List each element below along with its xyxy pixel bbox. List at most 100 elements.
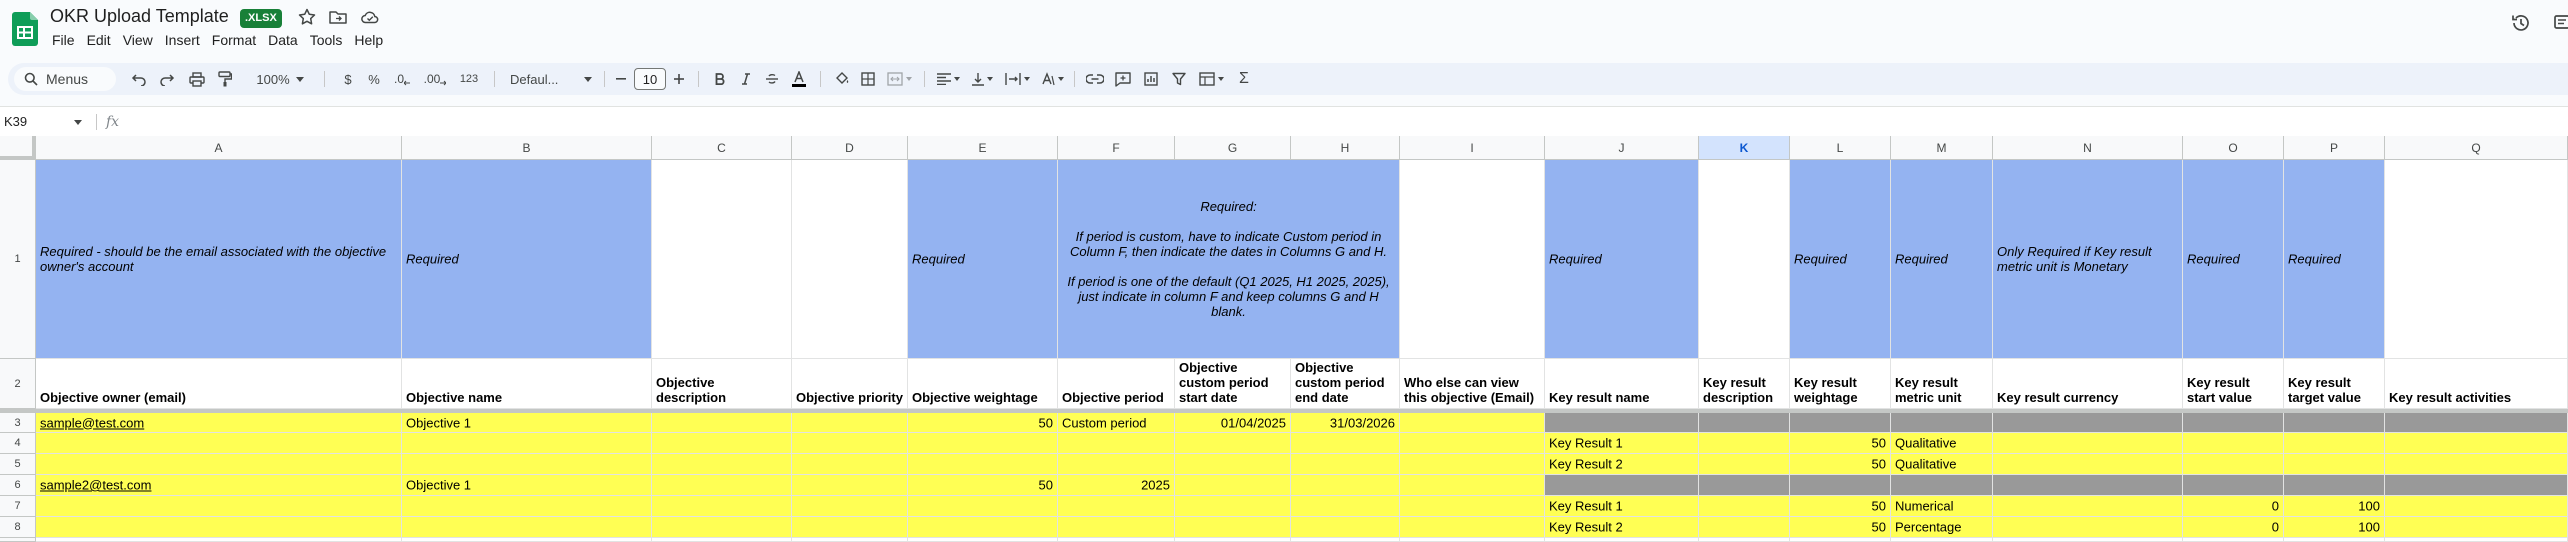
menu-view[interactable]: View bbox=[117, 30, 159, 50]
cell-k3[interactable] bbox=[1699, 413, 1790, 433]
menu-format[interactable]: Format bbox=[206, 30, 262, 50]
cell-p7[interactable]: 100 bbox=[2284, 496, 2385, 517]
header-cell-n[interactable]: Key result currency bbox=[1993, 359, 2183, 409]
column-header-e[interactable]: E bbox=[908, 136, 1058, 160]
cell-k7[interactable] bbox=[1699, 496, 1790, 517]
cell-o4[interactable] bbox=[2183, 433, 2284, 454]
cell-i9[interactable] bbox=[1400, 538, 1545, 542]
cell-c3[interactable] bbox=[652, 413, 792, 433]
header-cell-m[interactable]: Key result metric unit bbox=[1891, 359, 1993, 409]
header-cell-e[interactable]: Objective weightage bbox=[908, 359, 1058, 409]
cell-d4[interactable] bbox=[792, 433, 908, 454]
cell-i7[interactable] bbox=[1400, 496, 1545, 517]
cell-l4[interactable]: 50 bbox=[1790, 433, 1891, 454]
text-color-button[interactable] bbox=[786, 63, 812, 95]
cell-f6[interactable]: 2025 bbox=[1058, 475, 1175, 496]
merge-cells-button[interactable] bbox=[882, 63, 916, 95]
document-title[interactable]: OKR Upload Template bbox=[50, 6, 229, 27]
cell-d1[interactable] bbox=[792, 160, 908, 359]
italic-button[interactable] bbox=[734, 63, 758, 95]
cell-p5[interactable] bbox=[2284, 454, 2385, 475]
owner-email-link[interactable]: sample2@test.com bbox=[40, 478, 151, 493]
cell-o6[interactable] bbox=[2183, 475, 2284, 496]
comments-icon[interactable] bbox=[2553, 13, 2568, 33]
cell-a6[interactable]: sample2@test.com bbox=[36, 475, 402, 496]
decrease-decimal-button[interactable]: .0 bbox=[388, 63, 416, 95]
number-format-button[interactable]: 123 bbox=[454, 63, 484, 95]
cell-j8[interactable]: Key Result 2 bbox=[1545, 517, 1699, 538]
cell-c8[interactable] bbox=[652, 517, 792, 538]
cell-p9[interactable] bbox=[2284, 538, 2385, 542]
header-cell-g[interactable]: Objective custom period start date bbox=[1175, 359, 1291, 409]
column-header-g[interactable]: G bbox=[1175, 136, 1291, 160]
cell-h4[interactable] bbox=[1291, 433, 1400, 454]
cell-k5[interactable] bbox=[1699, 454, 1790, 475]
increase-decimal-button[interactable]: .00 bbox=[420, 63, 450, 95]
cell-l1[interactable]: Required bbox=[1790, 160, 1891, 359]
column-header-a[interactable]: A bbox=[36, 136, 402, 160]
row-header-4[interactable]: 4 bbox=[0, 433, 36, 454]
cell-b4[interactable] bbox=[402, 433, 652, 454]
cell-j6[interactable] bbox=[1545, 475, 1699, 496]
chevron-down-icon[interactable] bbox=[74, 120, 82, 125]
text-rotation-button[interactable] bbox=[1036, 63, 1068, 95]
formula-input[interactable] bbox=[130, 112, 2530, 132]
column-header-m[interactable]: M bbox=[1891, 136, 1993, 160]
cell-i3[interactable] bbox=[1400, 413, 1545, 433]
header-cell-f[interactable]: Objective period bbox=[1058, 359, 1175, 409]
row-header-9[interactable] bbox=[0, 538, 36, 542]
cell-a1[interactable]: Required - should be the email associate… bbox=[36, 160, 402, 359]
cell-a9[interactable] bbox=[36, 538, 402, 542]
cell-a8[interactable] bbox=[36, 517, 402, 538]
row-header-6[interactable]: 6 bbox=[0, 475, 36, 496]
strikethrough-button[interactable] bbox=[760, 63, 784, 95]
cell-h8[interactable] bbox=[1291, 517, 1400, 538]
cell-c1[interactable] bbox=[652, 160, 792, 359]
cell-i8[interactable] bbox=[1400, 517, 1545, 538]
cell-g4[interactable] bbox=[1175, 433, 1291, 454]
cell-g8[interactable] bbox=[1175, 517, 1291, 538]
cell-f5[interactable] bbox=[1058, 454, 1175, 475]
cell-i6[interactable] bbox=[1400, 475, 1545, 496]
cell-h3[interactable]: 31/03/2026 bbox=[1291, 413, 1400, 433]
cell-q1[interactable] bbox=[2385, 160, 2568, 359]
cell-e9[interactable] bbox=[908, 538, 1058, 542]
cell-o9[interactable] bbox=[2183, 538, 2284, 542]
cell-f8[interactable] bbox=[1058, 517, 1175, 538]
cell-m6[interactable] bbox=[1891, 475, 1993, 496]
cell-m1[interactable]: Required bbox=[1891, 160, 1993, 359]
cell-f7[interactable] bbox=[1058, 496, 1175, 517]
font-size-input[interactable]: 10 bbox=[634, 68, 666, 90]
cell-m5[interactable]: Qualitative bbox=[1891, 454, 1993, 475]
row-header-5[interactable]: 5 bbox=[0, 454, 36, 475]
cell-p4[interactable] bbox=[2284, 433, 2385, 454]
cell-b3[interactable]: Objective 1 bbox=[402, 413, 652, 433]
cell-b6[interactable]: Objective 1 bbox=[402, 475, 652, 496]
sheets-logo-icon[interactable] bbox=[12, 12, 38, 46]
header-cell-c[interactable]: Objective description bbox=[652, 359, 792, 409]
cell-q5[interactable] bbox=[2385, 454, 2568, 475]
column-header-q[interactable]: Q bbox=[2385, 136, 2568, 160]
header-cell-l[interactable]: Key result weightage bbox=[1790, 359, 1891, 409]
cell-e5[interactable] bbox=[908, 454, 1058, 475]
cell-l8[interactable]: 50 bbox=[1790, 517, 1891, 538]
menu-file[interactable]: File bbox=[46, 30, 81, 50]
cell-e3[interactable]: 50 bbox=[908, 413, 1058, 433]
header-cell-p[interactable]: Key result target value bbox=[2284, 359, 2385, 409]
move-folder-icon[interactable] bbox=[328, 7, 348, 27]
cell-d5[interactable] bbox=[792, 454, 908, 475]
cell-h7[interactable] bbox=[1291, 496, 1400, 517]
row-header-1[interactable]: 1 bbox=[0, 160, 36, 359]
header-cell-o[interactable]: Key result start value bbox=[2183, 359, 2284, 409]
cell-p1[interactable]: Required bbox=[2284, 160, 2385, 359]
cell-f3[interactable]: Custom period bbox=[1058, 413, 1175, 433]
cell-m8[interactable]: Percentage bbox=[1891, 517, 1993, 538]
currency-format-button[interactable]: $ bbox=[336, 63, 360, 95]
row-header-2[interactable]: 2 bbox=[0, 359, 36, 409]
cell-l6[interactable] bbox=[1790, 475, 1891, 496]
filter-views-button[interactable] bbox=[1194, 63, 1228, 95]
cell-e7[interactable] bbox=[908, 496, 1058, 517]
menu-help[interactable]: Help bbox=[348, 30, 389, 50]
header-cell-i[interactable]: Who else can view this objective (Email) bbox=[1400, 359, 1545, 409]
cell-o3[interactable] bbox=[2183, 413, 2284, 433]
